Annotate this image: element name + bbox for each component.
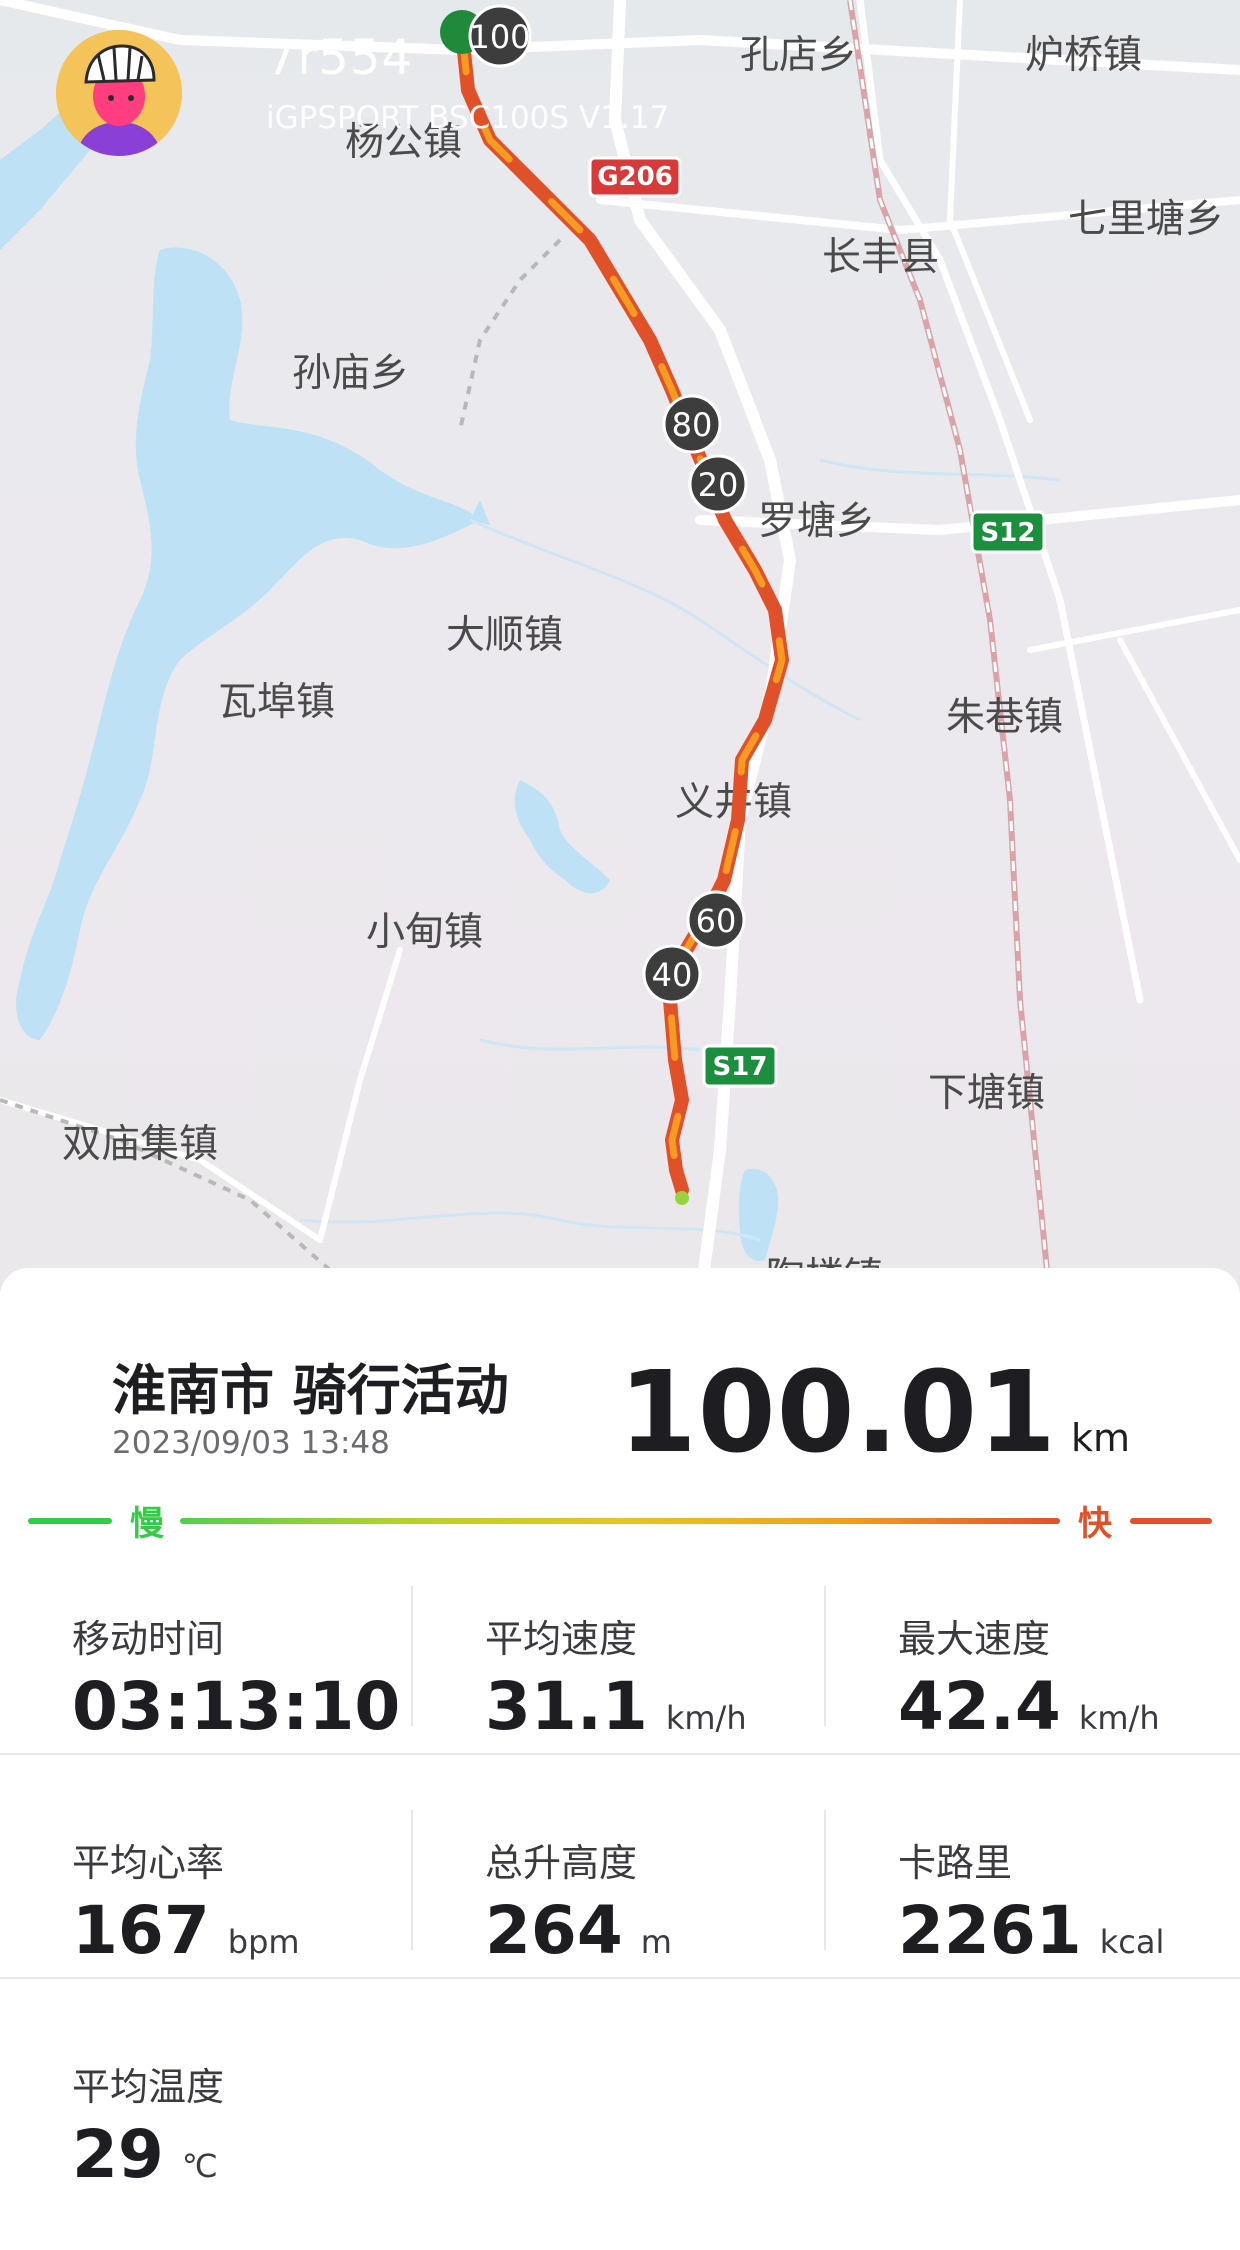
road-shield-g206: G206 — [588, 156, 682, 198]
stat-avg-heart-rate: 平均心率 167 bpm — [0, 1784, 412, 2008]
svg-text:20: 20 — [698, 466, 739, 504]
svg-text:40: 40 — [652, 956, 693, 994]
stat-label: 总升高度 — [485, 1841, 638, 1885]
stat-unit: km/h — [1078, 1699, 1160, 1737]
place-label: 七里塘乡 — [1068, 197, 1224, 242]
km-marker-40[interactable]: 40 — [642, 944, 702, 1004]
activity-title: 淮南市 骑行活动 — [112, 1359, 509, 1422]
stat-unit: kcal — [1099, 1923, 1165, 1961]
stat-label: 平均温度 — [72, 2065, 225, 2109]
speed-color-legend: 慢 快 — [28, 1490, 1212, 1550]
place-label: 大顺镇 — [446, 613, 563, 658]
stat-value: 31.1 — [485, 1668, 648, 1745]
stat-value: 03:13:10 — [72, 1668, 401, 1745]
svg-text:G206: G206 — [597, 162, 673, 192]
stat-unit: bpm — [227, 1923, 300, 1961]
stat-label: 移动时间 — [72, 1617, 225, 1661]
stat-avg-temperature: 平均温度 29 ℃ — [0, 2008, 412, 2232]
stat-unit: m — [640, 1923, 672, 1961]
stats-row: 移动时间 03:13:10 平均速度 31.1 km/h 最大速度 42.4 km/… — [0, 1560, 1240, 1784]
user-name: 7r554 — [266, 30, 413, 86]
stat-total-ascent: 总升高度 264 m — [413, 1784, 825, 2008]
avatar[interactable] — [56, 30, 182, 156]
legend-fast-bar — [1130, 1518, 1212, 1524]
stat-moving-time: 移动时间 03:13:10 — [0, 1560, 412, 1784]
stat-avg-speed: 平均速度 31.1 km/h — [413, 1560, 825, 1784]
stat-value: 29 — [72, 2116, 164, 2193]
stats-row: 平均心率 167 bpm 总升高度 264 m 卡路里 2261 kcal — [0, 1784, 1240, 2008]
route-end-dot — [675, 1191, 689, 1205]
place-label: 孔店乡 — [740, 33, 857, 78]
stat-calories: 卡路里 2261 kcal — [826, 1784, 1238, 2008]
route-map[interactable]: 孔店乡 炉桥镇 杨公镇 长丰县 七里塘乡 孙庙乡 罗塘乡 大顺镇 瓦埠镇 朱巷镇… — [0, 0, 1240, 1300]
row-divider — [0, 1977, 1240, 1979]
place-label: 双庙集镇 — [62, 1122, 218, 1167]
legend-slow-bar — [28, 1518, 112, 1524]
place-label: 孙庙乡 — [292, 351, 409, 396]
distance-display: 100.01 km — [619, 1348, 1130, 1478]
stats-row: 平均温度 29 ℃ — [0, 2008, 1240, 2232]
stat-label: 卡路里 — [898, 1841, 1013, 1885]
stat-unit: km/h — [665, 1699, 747, 1737]
km-marker-20[interactable]: 20 — [688, 454, 748, 514]
device-name: iGPSPORT BSC100S V1.17 — [266, 100, 670, 136]
place-label: 罗塘乡 — [758, 499, 875, 544]
stat-value: 42.4 — [898, 1668, 1061, 1745]
distance-value: 100.01 — [618, 1348, 1057, 1478]
legend-fast-label: 快 — [1078, 1504, 1112, 1544]
km-marker-60[interactable]: 60 — [686, 890, 746, 950]
legend-slow-label: 慢 — [130, 1504, 164, 1544]
stat-value: 264 — [485, 1892, 623, 1969]
svg-text:S17: S17 — [713, 1052, 768, 1082]
place-label: 朱巷镇 — [946, 695, 1063, 740]
road-shield-s12: S12 — [970, 510, 1046, 554]
stat-max-speed: 最大速度 42.4 km/h — [826, 1560, 1238, 1784]
place-label: 瓦埠镇 — [218, 680, 335, 725]
profile-header: 7r554 iGPSPORT BSC100S V1.17 — [56, 30, 669, 156]
stat-label: 平均速度 — [485, 1617, 638, 1661]
place-label: 炉桥镇 — [1025, 33, 1142, 78]
stat-unit: ℃ — [181, 2147, 218, 2185]
stat-value: 2261 — [898, 1892, 1082, 1969]
place-label: 长丰县 — [822, 235, 939, 280]
svg-text:80: 80 — [672, 406, 713, 444]
svg-text:60: 60 — [696, 902, 737, 940]
place-label: 下塘镇 — [928, 1071, 1045, 1116]
svg-text:S12: S12 — [981, 518, 1036, 548]
place-label: 小甸镇 — [366, 910, 483, 955]
stat-value: 167 — [72, 1892, 210, 1969]
row-divider — [0, 1753, 1240, 1755]
road-shield-s17: S17 — [702, 1044, 778, 1088]
stat-label: 平均心率 — [72, 1841, 225, 1885]
distance-unit: km — [1070, 1416, 1130, 1460]
stat-label: 最大速度 — [898, 1617, 1051, 1661]
legend-gradient-bar — [180, 1518, 1060, 1524]
activity-summary-card: 淮南市 骑行活动 2023/09/03 13:48 100.01 km 慢 快 … — [0, 1268, 1240, 2250]
activity-date: 2023/09/03 13:48 — [112, 1425, 390, 1461]
km-marker-80[interactable]: 80 — [662, 394, 722, 454]
